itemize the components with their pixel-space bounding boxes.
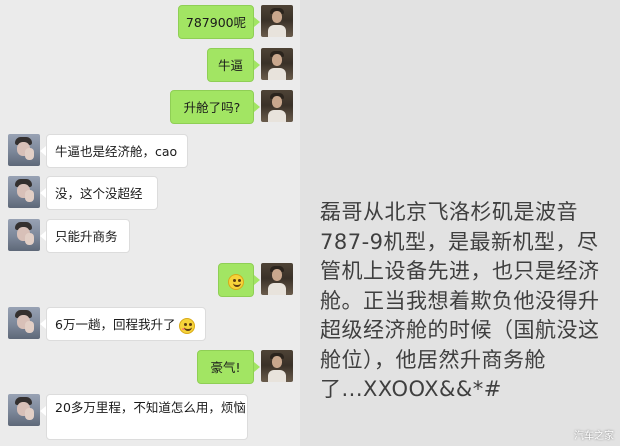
bubble-tail [254,60,260,70]
message-text: 豪气! [210,360,241,375]
message-text: 升舱了吗? [183,100,241,115]
message-bubble[interactable]: 20多万里程，不知道怎么用，烦恼 [46,394,248,440]
message-bubble[interactable]: 没，这个没超经 [46,176,158,210]
message-text: 只能升商务 [55,229,118,244]
message-text: 6万一趟，回程我升了 [55,317,176,332]
bubble-tail [40,406,46,416]
friend-avatar[interactable] [8,219,40,251]
bubble-tail [40,146,46,156]
self-avatar[interactable] [261,5,293,37]
bubble-tail [254,275,260,285]
bubble-tail [40,188,46,198]
self-avatar[interactable] [261,48,293,80]
chat-pane: 787900呢 牛逼 升舱了吗? 牛逼也是经济舱，cao 没，这个没超经 只能升… [0,0,300,446]
bubble-tail [40,231,46,241]
message-bubble[interactable]: 只能升商务 [46,219,130,253]
message-bubble[interactable]: 升舱了吗? [170,90,254,124]
self-avatar[interactable] [261,90,293,122]
watermark: 汽车之家 [574,431,614,442]
bubble-tail [40,319,46,329]
message-text: 787900呢 [185,15,247,30]
friend-avatar[interactable] [8,307,40,339]
grinning-emoji [228,273,244,290]
bubble-tail [254,17,260,27]
bubble-tail [254,362,260,372]
message-text: 20多万里程，不知道怎么用，烦恼 [55,400,246,415]
friend-avatar[interactable] [8,394,40,426]
message-bubble[interactable]: 豪气! [197,350,254,384]
message-bubble[interactable]: 牛逼 [207,48,254,82]
caption-pane: 磊哥从北京飞洛杉矶是波音787-9机型，是最新机型，尽管机上设备先进，也只是经济… [300,0,620,446]
self-avatar[interactable] [261,263,293,295]
embarrassed-emoji [179,317,196,334]
message-text: 牛逼也是经济舱，cao [55,144,178,159]
message-bubble[interactable]: 6万一趟，回程我升了 [46,307,206,341]
message-text: 没，这个没超经 [55,186,143,201]
self-avatar[interactable] [261,350,293,382]
bubble-tail [254,102,260,112]
caption-text: 磊哥从北京飞洛杉矶是波音787-9机型，是最新机型，尽管机上设备先进，也只是经济… [320,200,600,401]
message-text: 牛逼 [217,58,243,73]
message-bubble[interactable]: 787900呢 [178,5,254,39]
friend-avatar[interactable] [8,176,40,208]
friend-avatar[interactable] [8,134,40,166]
message-bubble[interactable]: 牛逼也是经济舱，cao [46,134,188,168]
message-bubble[interactable] [218,263,254,297]
